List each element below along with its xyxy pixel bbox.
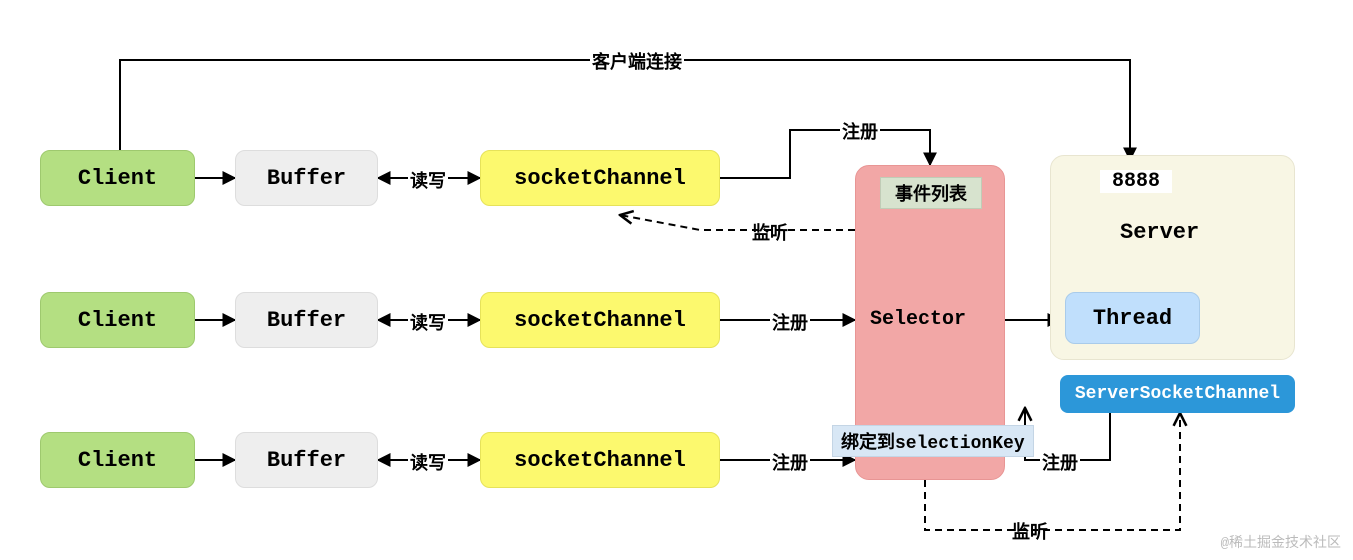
buffer-label-2: Buffer (267, 308, 346, 333)
client-connection-label: 客户端连接 (590, 48, 684, 74)
listen-mid-label: 监听 (750, 219, 790, 245)
socketchannel-box-3: socketChannel (480, 432, 720, 488)
buffer-label-3: Buffer (267, 448, 346, 473)
buffer-label-1: Buffer (267, 166, 346, 191)
rw-label-3: 读写 (408, 449, 448, 475)
client-label-1: Client (78, 166, 157, 191)
server-title: Server (1120, 220, 1199, 245)
server-port: 8888 (1100, 170, 1172, 193)
client-box-1: Client (40, 150, 195, 206)
socketchannel-box-1: socketChannel (480, 150, 720, 206)
buffer-box-1: Buffer (235, 150, 378, 206)
rw-label-1: 读写 (408, 167, 448, 193)
bind-selectionkey-label: 绑定到selectionKey (832, 425, 1034, 457)
reg-label-2: 注册 (770, 309, 810, 335)
ssc-label: ServerSocketChannel (1075, 384, 1280, 404)
client-box-2: Client (40, 292, 195, 348)
server-socket-channel-box: ServerSocketChannel (1060, 375, 1295, 413)
socketchannel-label-1: socketChannel (514, 166, 686, 191)
rw-label-2: 读写 (408, 309, 448, 335)
event-list-label: 事件列表 (880, 177, 982, 209)
thread-box: Thread (1065, 292, 1200, 344)
socketchannel-box-2: socketChannel (480, 292, 720, 348)
register-ssc-label: 注册 (1040, 449, 1080, 475)
register-top-label: 注册 (840, 118, 880, 144)
watermark: @稀土掘金技术社区 (1221, 532, 1341, 552)
buffer-box-3: Buffer (235, 432, 378, 488)
listen-bottom-label: 监听 (1010, 518, 1050, 544)
thread-label: Thread (1093, 306, 1172, 331)
buffer-box-2: Buffer (235, 292, 378, 348)
socketchannel-label-3: socketChannel (514, 448, 686, 473)
socketchannel-label-2: socketChannel (514, 308, 686, 333)
client-box-3: Client (40, 432, 195, 488)
client-label-3: Client (78, 448, 157, 473)
selector-title: Selector (870, 308, 966, 331)
reg-label-3: 注册 (770, 449, 810, 475)
client-label-2: Client (78, 308, 157, 333)
